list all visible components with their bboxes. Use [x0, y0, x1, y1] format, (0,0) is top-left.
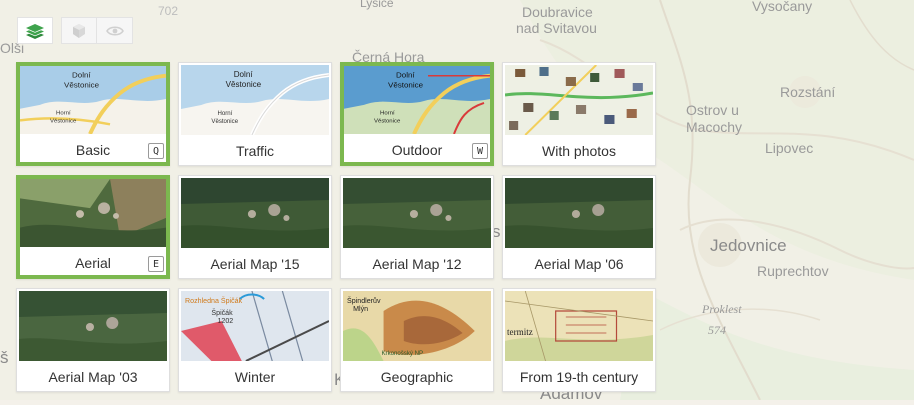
svg-text:Dolní: Dolní [72, 71, 91, 80]
layer-label: Aerial Map '06 [534, 256, 624, 272]
map-label-partial-s: š [0, 348, 9, 367]
shortcut-key-badge: E [148, 256, 164, 272]
svg-text:Věstonice: Věstonice [50, 118, 77, 124]
layer-toolbar [17, 17, 133, 44]
layer-label: From 19-th century [519, 369, 639, 385]
thumbnail-traffic: Dolní Věstonice Horní Věstonice [181, 65, 329, 135]
layer-tile-aerial-map-03[interactable]: Aerial Map '03 [16, 288, 170, 392]
layer-tile-with-photos[interactable]: With photos [502, 62, 656, 166]
thumbnail-outdoor: Dolní Věstonice Horní Věstonice [344, 66, 490, 134]
panorama-view-button[interactable] [97, 17, 133, 44]
layer-label: Winter [234, 369, 276, 385]
svg-text:Rozhledna Špičák: Rozhledna Špičák [185, 296, 243, 305]
thumbnail-historic: termitz [505, 291, 653, 361]
eye-icon [105, 25, 124, 36]
map-label-vysocany: Vysočany [752, 0, 813, 14]
map-label-702: 702 [158, 4, 179, 18]
thumbnail-winter: Rozhledna Špičák Špičák 1202 [181, 291, 329, 361]
layer-label: Traffic [235, 143, 275, 159]
layer-tile-aerial[interactable]: Aerial E [16, 175, 170, 279]
map-label-macochy: Macochy [686, 119, 743, 135]
svg-text:Věstonice: Věstonice [374, 118, 401, 124]
svg-text:Dolní: Dolní [396, 71, 415, 80]
map-label-rozstani: Rozstání [780, 84, 836, 100]
layer-tile-traffic[interactable]: Dolní Věstonice Horní Věstonice Traffic [178, 62, 332, 166]
svg-text:Horní: Horní [217, 111, 232, 117]
3d-view-button[interactable] [61, 17, 97, 44]
layer-tile-basic[interactable]: Dolní Věstonice Horní Věstonice Basic Q [16, 62, 170, 166]
cube-3d-icon [73, 23, 85, 38]
svg-text:Špičák: Špičák [211, 308, 233, 317]
svg-text:Věstonice: Věstonice [64, 80, 100, 89]
thumbnail-aerial-12 [343, 178, 491, 248]
layer-label: Aerial Map '15 [210, 256, 300, 272]
svg-text:Horní: Horní [56, 111, 71, 117]
svg-text:Věstonice: Věstonice [211, 119, 238, 125]
layer-tile-19th-century[interactable]: termitz From 19-th century [502, 288, 656, 392]
svg-text:Špindlerův: Špindlerův [347, 296, 381, 305]
map-label-proklest: Proklest [702, 302, 742, 316]
layer-tile-outdoor[interactable]: Dolní Věstonice Horní Věstonice Outdoor … [340, 62, 494, 166]
layers-icon [26, 23, 44, 39]
layer-tile-aerial-map-15[interactable]: Aerial Map '15 [178, 175, 332, 279]
svg-text:Dolní: Dolní [234, 70, 254, 79]
map-label-ostrov-u: Ostrov u [686, 102, 739, 118]
shortcut-key-badge: Q [148, 143, 164, 159]
svg-text:Věstonice: Věstonice [226, 80, 262, 89]
svg-text:Krkonošský NP: Krkonošský NP [382, 351, 424, 357]
thumbnail-aerial [20, 179, 166, 247]
thumbnail-aerial-06 [505, 178, 653, 248]
layer-label: Geographic [380, 369, 454, 385]
thumbnail-basic: Dolní Věstonice Horní Věstonice [20, 66, 166, 134]
thumbnail-aerial-03 [19, 291, 167, 361]
thumbnail-aerial-15 [181, 178, 329, 248]
layer-tile-geographic[interactable]: Špindlerův Mlýn Krkonošský NP Geographic [340, 288, 494, 392]
map-label-nad-svitavou: nad Svitavou [516, 20, 597, 36]
svg-text:Horní: Horní [380, 111, 395, 117]
layers-button[interactable] [17, 17, 53, 44]
svg-text:Mlýn: Mlýn [353, 306, 368, 313]
map-label-lysice: Lysice [360, 0, 394, 10]
layer-label: Aerial Map '12 [372, 256, 462, 272]
layer-tile-aerial-map-06[interactable]: Aerial Map '06 [502, 175, 656, 279]
layer-label: Aerial [75, 255, 111, 271]
map-label-jedovnice: Jedovnice [710, 236, 787, 255]
map-label-doubravice: Doubravice [522, 4, 593, 20]
layer-label: Aerial Map '03 [48, 369, 138, 385]
map-label-574: 574 [708, 323, 726, 337]
svg-text:1202: 1202 [217, 318, 233, 325]
map-label-ruprechtov: Ruprechtov [757, 263, 829, 279]
thumbnail-photos [505, 65, 653, 135]
thumbnail-geographic: Špindlerův Mlýn Krkonošský NP [343, 291, 491, 361]
svg-text:termitz: termitz [507, 327, 533, 337]
layer-label: Basic [75, 142, 111, 158]
layer-label: Outdoor [391, 142, 443, 158]
svg-text:Věstonice: Věstonice [388, 80, 424, 89]
layer-tile-winter[interactable]: Rozhledna Špičák Špičák 1202 Winter [178, 288, 332, 392]
layer-tile-aerial-map-12[interactable]: Aerial Map '12 [340, 175, 494, 279]
shortcut-key-badge: W [472, 143, 488, 159]
map-label-lipovec: Lipovec [765, 140, 814, 156]
layer-label: With photos [542, 143, 616, 159]
